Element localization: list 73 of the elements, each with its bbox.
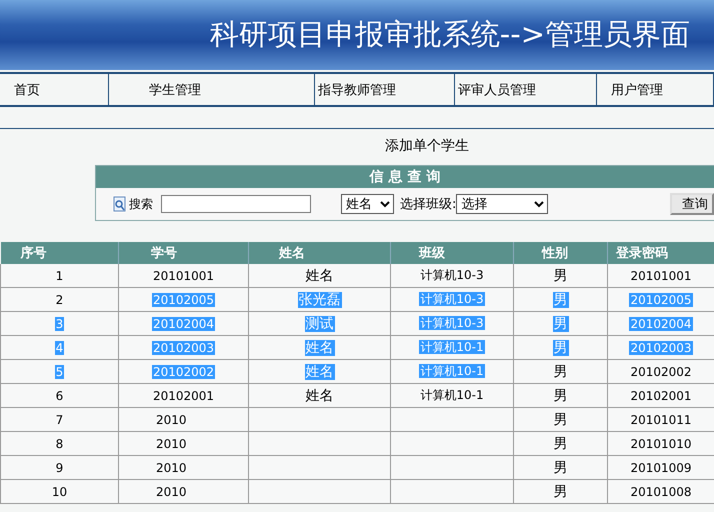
table-cell: 20102004 <box>629 316 693 330</box>
table-cell: 7 <box>54 412 64 426</box>
table-cell: 计算机10-1 <box>419 340 485 354</box>
table-cell: 4 <box>54 340 64 354</box>
table-cell: 20102003 <box>152 340 216 354</box>
table-cell: 3 <box>54 316 64 330</box>
table-cell: 男 <box>552 292 568 308</box>
table-cell: 20101008 <box>629 484 693 498</box>
table-cell: 男 <box>552 412 568 428</box>
table-cell: 20101001 <box>629 268 693 282</box>
table-cell: 姓名 <box>304 340 334 356</box>
column-header: 姓名 <box>248 242 390 264</box>
table-cell: 9 <box>54 460 64 474</box>
table-cell: 计算机10-3 <box>419 292 485 306</box>
nav-link[interactable]: 指导教师管理 <box>315 74 455 105</box>
nav-link[interactable]: 首页 <box>0 74 109 105</box>
table-cell: 2010 <box>155 460 188 474</box>
table-cell: 2010 <box>155 412 188 426</box>
search-field[interactable] <box>161 195 311 213</box>
table-cell: 姓名 <box>304 364 334 380</box>
column-header: 班级 <box>390 242 514 264</box>
table-cell: 8 <box>54 436 64 450</box>
table-cell: 2010 <box>155 436 188 450</box>
table-cell: 20102002 <box>152 364 216 378</box>
add-student-link[interactable]: 添加单个学生 <box>385 138 469 154</box>
panel-title: 信 息 查 询 <box>96 166 714 188</box>
field-dropdown[interactable]: 姓名 <box>341 194 394 214</box>
table-cell: 计算机10-3 <box>419 268 485 282</box>
table-cell: 男 <box>552 340 568 356</box>
table-cell: 计算机10-1 <box>419 388 485 402</box>
table-cell: 20101011 <box>629 412 693 426</box>
page-title: 科研项目申报审批系统-->管理员界面 <box>210 16 690 53</box>
table-cell: 男 <box>552 388 568 404</box>
table-cell: 计算机10-3 <box>419 316 485 330</box>
column-header: 性别 <box>514 242 608 264</box>
class-dropdown[interactable]: 选择 <box>456 194 548 214</box>
table-cell: 姓名 <box>304 388 334 404</box>
table-cell: 张光磊 <box>298 292 342 308</box>
table-cell: 20102005 <box>152 292 216 306</box>
table-cell: 5 <box>54 364 64 378</box>
table-cell: 计算机10-1 <box>419 364 485 378</box>
column-header: 序号 <box>0 242 118 264</box>
table-cell: 20102005 <box>629 292 693 306</box>
search-icon <box>113 196 127 212</box>
table-cell: 20102004 <box>152 316 216 330</box>
nav-link[interactable]: 学生管理 <box>109 74 315 105</box>
table-cell: 男 <box>552 460 568 476</box>
table-cell: 20102002 <box>629 364 693 378</box>
table-cell: 20101009 <box>629 460 693 474</box>
table-cell: 1 <box>54 268 64 282</box>
table-cell: 20102001 <box>152 388 216 402</box>
table-cell: 男 <box>552 268 568 284</box>
nav-link[interactable]: 评审人员管理 <box>455 74 597 105</box>
table-cell: 测试 <box>304 316 334 332</box>
nav-link[interactable]: 用户管理 <box>597 74 714 105</box>
table-cell: 男 <box>552 364 568 380</box>
table-cell: 20101010 <box>629 436 693 450</box>
table-cell: 男 <box>552 436 568 452</box>
table-cell: 姓名 <box>304 268 334 284</box>
search-label: 搜索 <box>129 196 153 212</box>
table-cell: 20102003 <box>629 340 693 354</box>
column-header: 学号 <box>118 242 248 264</box>
table-cell: 2010 <box>155 484 188 498</box>
table-cell: 男 <box>552 316 568 332</box>
column-header: 登录密码 <box>608 242 714 264</box>
table-cell: 20101001 <box>152 268 216 282</box>
class-label: 选择班级: <box>400 196 456 213</box>
query-button[interactable]: 查询 <box>670 193 714 215</box>
table-cell: 20102001 <box>629 388 693 402</box>
table-cell: 2 <box>54 292 64 306</box>
table-cell: 6 <box>54 388 64 402</box>
table-cell: 10 <box>50 484 68 498</box>
table-cell: 男 <box>552 484 568 500</box>
